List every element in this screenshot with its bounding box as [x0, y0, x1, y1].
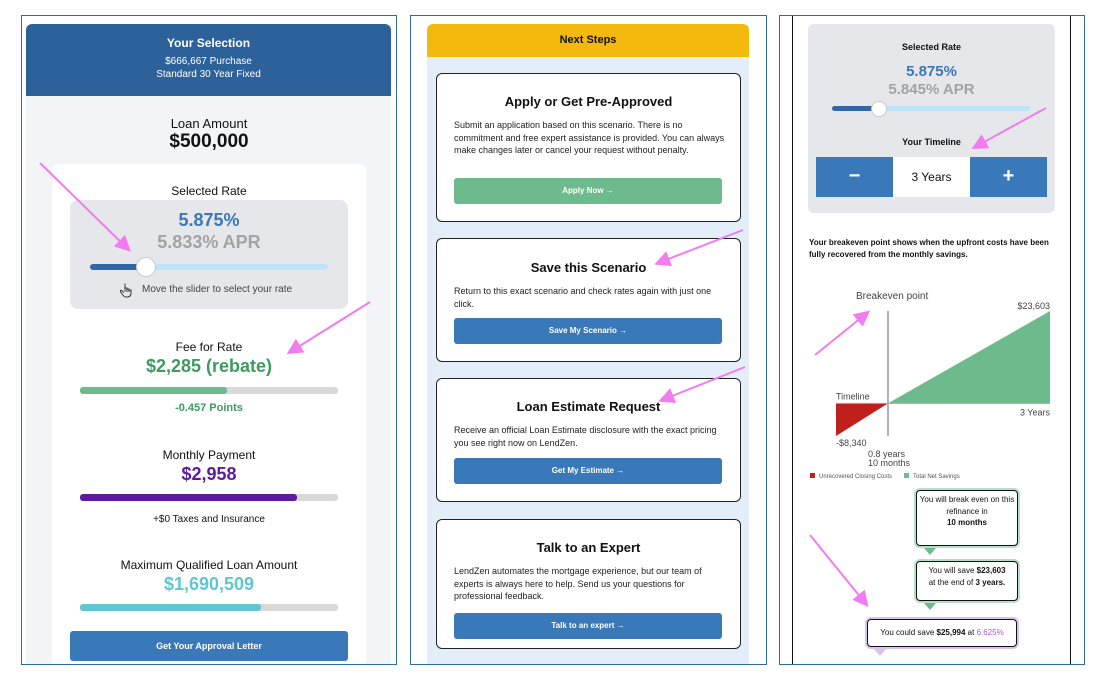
breakeven-bubble: You will break even on this refinance in…	[916, 490, 1018, 546]
loan-estimate-card: Loan Estimate Request Receive an officia…	[436, 378, 741, 502]
savings-pre: You will save	[928, 566, 975, 575]
refinance-panel: Selected Rate 5.875% 5.845% APR Your Tim…	[779, 15, 1085, 665]
apply-card: Apply or Get Pre-Approved Submit an appl…	[436, 73, 741, 222]
fee-bar-fill	[80, 387, 228, 394]
purchase-amount: $666,667 Purchase	[165, 56, 252, 67]
savings-years: 3 years.	[975, 577, 1006, 587]
selection-title: Your Selection	[166, 36, 251, 50]
points-value: -0.457 Points	[175, 402, 243, 414]
next-steps-header: Next Steps	[427, 24, 749, 57]
bubble-tail	[924, 548, 936, 555]
loan-estimate-description: Receive an official Loan Estimate disclo…	[454, 425, 717, 448]
loan-amount-value: $500,000	[169, 131, 249, 152]
monthly-payment-label: Monthly Payment	[162, 448, 256, 462]
talk-to-expert-button[interactable]: Talk to an expert →	[454, 613, 722, 639]
fee-label: Fee for Rate	[175, 340, 243, 354]
divider-left	[792, 16, 793, 664]
timeline-value: 3 Years	[893, 157, 970, 197]
legend-swatch-net-savings	[904, 473, 909, 478]
next-steps-panel: Next Steps Apply or Get Pre-Approved Sub…	[410, 15, 767, 665]
slider-hint: Move the slider to select your rate	[142, 284, 293, 295]
could-save-amount: $25,994	[936, 628, 966, 637]
talk-expert-card: Talk to an Expert LendZen automates the …	[436, 519, 741, 649]
net-savings-area	[888, 311, 1050, 404]
breakeven-bubble-text: You will break even on this refinance in	[919, 495, 1015, 516]
max-qualified-label: Maximum Qualified Loan Amount	[120, 558, 298, 572]
rate-slider-track[interactable]	[90, 264, 328, 270]
legend-label-unrecovered: Unrecovered Closing Costs	[819, 474, 892, 480]
y-max-label: $23,603	[1017, 301, 1050, 311]
rate-slider-thumb[interactable]	[871, 101, 887, 117]
save-scenario-title: Save this Scenario	[530, 260, 647, 275]
savings-amount: $23,603	[976, 566, 1006, 575]
max-qualified-value: $1,690,509	[163, 574, 255, 594]
breakeven-months-label: 10 months	[868, 458, 911, 468]
monthly-bar-fill	[80, 494, 297, 501]
fee-value: $2,285 (rebate)	[145, 356, 273, 376]
selection-header: Your Selection $666,667 Purchase Standar…	[26, 24, 391, 96]
loan-estimate-title: Loan Estimate Request	[516, 399, 661, 414]
could-save-mid: at	[967, 628, 975, 637]
could-save-rate: 6.625%	[976, 628, 1004, 637]
monthly-payment-value: $2,958	[181, 464, 237, 484]
save-scenario-description: Return to this exact scenario and check …	[454, 286, 712, 309]
apply-title: Apply or Get Pre-Approved	[504, 94, 673, 109]
chart-title: Breakeven point	[856, 291, 928, 302]
fee-bar	[80, 387, 338, 394]
legend-label-net-savings: Total Net Savings	[913, 474, 960, 480]
y-min-label: -$8,340	[836, 438, 867, 448]
get-my-estimate-button[interactable]: Get My Estimate →	[454, 458, 722, 484]
x-end-label: 3 Years	[1020, 407, 1051, 417]
rate-value: 5.875%	[906, 63, 957, 80]
timeline-label: Your Timeline	[902, 137, 961, 147]
legend-swatch-unrecovered	[810, 473, 815, 478]
apply-now-button[interactable]: Apply Now →	[454, 178, 722, 204]
apply-description: Submit an application based on this scen…	[454, 120, 725, 155]
bubble-tail	[924, 603, 936, 610]
save-my-scenario-button[interactable]: Save My Scenario →	[454, 318, 722, 344]
bubble-tail	[874, 649, 886, 656]
get-approval-letter-button[interactable]: Get Your Approval Letter	[70, 631, 348, 661]
breakeven-bubble-months: 10 months	[946, 518, 987, 527]
loan-product: Standard 30 Year Fixed	[156, 69, 261, 80]
timeline-decrease-button[interactable]: −	[816, 157, 893, 197]
monthly-bar	[80, 494, 338, 501]
rate-slider-track[interactable]	[832, 106, 1030, 111]
breakeven-chart: Breakeven point $23,603 Timeline 3 Years -$8…	[810, 291, 1051, 480]
hand-pointer-icon	[120, 283, 132, 298]
x-start-label: Timeline	[836, 391, 870, 401]
talk-expert-title: Talk to an Expert	[536, 540, 641, 555]
divider-right	[1070, 16, 1071, 664]
could-save-bubble: You could save $25,994 at 6.625%	[867, 619, 1017, 647]
timeline-increase-button[interactable]: +	[970, 157, 1047, 197]
max-qualified-bar-fill	[80, 604, 261, 611]
unrecovered-costs-area	[836, 403, 888, 436]
talk-expert-description: LendZen automates the mortgage experienc…	[454, 566, 702, 601]
taxes-insurance: +$0 Taxes and Insurance	[153, 514, 265, 525]
could-save-pre: You could save	[880, 628, 935, 637]
selected-rate-label: Selected Rate	[901, 42, 962, 52]
savings-mid: at the end of	[928, 577, 974, 587]
savings-bubble: You will save $23,603 at the end of 3 ye…	[916, 561, 1018, 601]
save-scenario-card: Save this Scenario Return to this exact …	[436, 238, 741, 362]
loan-amount-label: Loan Amount	[170, 116, 248, 131]
apr-value: 5.833% APR	[157, 232, 261, 252]
max-qualified-bar	[80, 604, 338, 611]
selected-rate-label: Selected Rate	[171, 184, 247, 198]
rate-slider-thumb[interactable]	[136, 257, 156, 277]
apr-value: 5.845% APR	[888, 81, 975, 98]
breakeven-explanation: Your breakeven point shows when the upfr…	[809, 238, 1049, 259]
your-selection-panel: Your Selection $666,667 Purchase Standar…	[21, 15, 397, 665]
rate-value: 5.875%	[178, 210, 240, 230]
